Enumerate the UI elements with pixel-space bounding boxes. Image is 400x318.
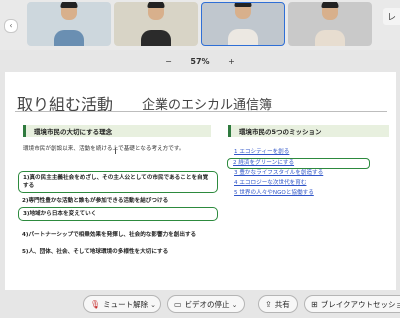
video-camera-icon: ▭ — [174, 300, 182, 309]
participant-silhouette — [141, 2, 171, 46]
stop-video-label: ビデオの停止 — [184, 300, 230, 309]
layout-menu-label[interactable]: レ — [382, 8, 400, 25]
video-tile-active[interactable] — [201, 2, 285, 46]
unmute-label: ミュート解除 — [103, 300, 149, 309]
title-divider — [15, 111, 387, 112]
video-tile[interactable] — [27, 2, 111, 46]
philosophy-point: 4)パートナーシップで相乗効果を発揮し、社会的な影響力を創出する — [22, 232, 197, 238]
participant-silhouette — [54, 2, 84, 46]
mic-muted-icon: 🎙 — [90, 300, 101, 309]
philosophy-heading-box: 環境市民の大切にする理念 — [23, 125, 211, 137]
philosophy-point: 2)専門性豊かな活動と誰もが参加できる活動を結びつける — [22, 198, 169, 204]
participant-silhouette — [228, 3, 258, 45]
shared-slide: 取り組む活動 企業のエシカル通信簿 環境市民の大切にする理念 環境市民が創設以来… — [5, 72, 396, 290]
strip-prev-button[interactable]: ‹ — [4, 19, 18, 33]
chevron-down-icon[interactable]: ⌄ — [232, 296, 238, 314]
zoom-out-button[interactable]: − — [165, 57, 172, 66]
stop-video-button[interactable]: ▭ ビデオの停止 ⌄ — [167, 295, 245, 313]
breakout-label: ブレイクアウトセッション — [320, 300, 400, 309]
share-label: 共有 — [274, 300, 290, 309]
participant-video-strip: ‹ レ — [0, 0, 400, 50]
mission-link[interactable]: 1 エコシティーを創る — [229, 148, 369, 157]
share-button[interactable]: ⇪ 共有 — [258, 295, 298, 313]
philosophy-point: 5)人、団体、社会、そして地球環境の多様性を大切にする — [22, 249, 169, 255]
mission-heading-box: 環境市民の5つのミッション — [228, 125, 389, 137]
breakout-icon: ⊞ — [311, 300, 318, 309]
philosophy-point: 3)地域から日本を変えていく — [18, 207, 218, 221]
chevron-down-icon[interactable]: ⌄ — [150, 296, 156, 314]
philosophy-heading: 環境市民の大切にする理念 — [34, 128, 113, 136]
zoom-level: 57% — [190, 57, 210, 66]
mission-link[interactable]: 5 世界の人々やNGOと協働する — [229, 189, 369, 198]
zoom-in-button[interactable]: + — [228, 57, 235, 66]
video-tile[interactable] — [114, 2, 198, 46]
philosophy-intro: 環境市民が創設以来、活動を続ける上で基礎となる考え方です。 — [23, 146, 185, 152]
participant-silhouette — [315, 2, 345, 46]
mission-link[interactable]: 2 経済をグリーンにする — [227, 158, 370, 169]
meeting-window: ‹ レ − 57% + 取り組む活動 企業のエシカル通信簿 環境市民の大切にする… — [0, 0, 400, 318]
mission-heading: 環境市民の5つのミッション — [239, 128, 322, 136]
breakout-sessions-button[interactable]: ⊞ブレイクアウトセッション — [304, 295, 400, 313]
unmute-button[interactable]: 🎙 ミュート解除 ⌄ — [83, 295, 161, 313]
share-screen-icon: ⇪ — [265, 300, 272, 309]
mission-link[interactable]: 3 豊かなライフスタイルを創造する — [229, 169, 369, 178]
meeting-toolbar: 🎙ミュート解除⌄ ▭ビデオの停止⌄ ⇪共有 ⊞ブレイクアウトセッション — [0, 290, 400, 318]
text-cursor-icon — [115, 148, 120, 154]
zoom-controls: − 57% + — [0, 57, 400, 66]
video-tile[interactable] — [288, 2, 372, 46]
philosophy-point: 1)真の民主主義社会をめざし、その主人公としての市民であることを自覚する — [18, 171, 218, 193]
mission-link[interactable]: 4 エコロジーな次世代を育む — [229, 179, 369, 188]
